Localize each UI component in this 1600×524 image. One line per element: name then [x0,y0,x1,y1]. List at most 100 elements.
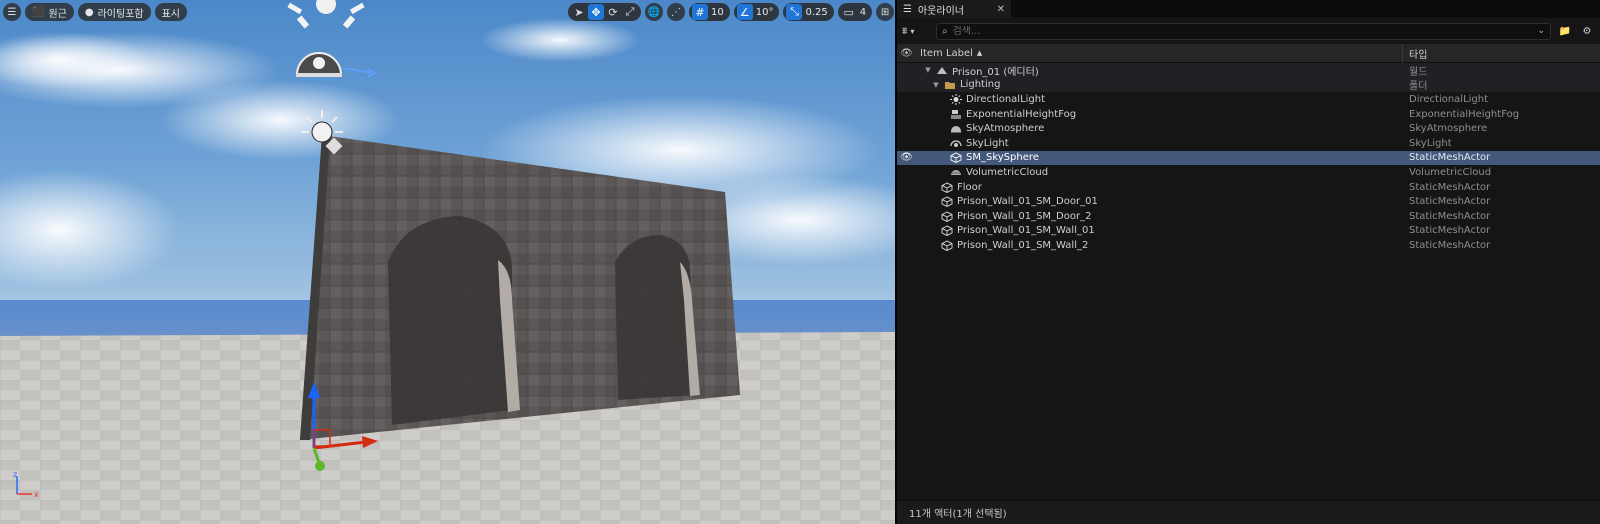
filter-button[interactable]: ⩩ ▾ [902,26,930,37]
static-mesh-icon [950,152,962,164]
sort-ascending-icon: ▲ [976,49,983,57]
tree-row-prison-wall-wall-01[interactable]: Prison_Wall_01_SM_Wall_01 StaticMeshActo… [897,224,1600,239]
expand-arrow-icon[interactable]: ▼ [932,81,940,89]
maximize-icon: ⊞ [880,6,890,18]
outliner-icon: ☰ [903,3,912,15]
viewport-right-toolbar: ➤ ✥ ⟳ ⤢ 🌐 ⋰ # 10 ∠ 10° ⤡ 0.25 ▭ 4 ⊞ [568,3,895,21]
hamburger-icon: ☰ [7,6,17,18]
camera-speed-group[interactable]: ▭ 4 [837,3,873,21]
search-icon: ⌕ [942,25,948,37]
rotation-snap-value[interactable]: 10° [754,7,777,18]
outliner-search-row: ⩩ ▾ ⌕ ⌄ 📁 ⚙ [897,18,1600,44]
scale-mode-button[interactable]: ⤢ [622,4,638,20]
axis-x-label: x [34,490,39,499]
sky-atmosphere-icon [950,123,962,134]
scene-render [0,0,895,524]
show-button[interactable]: 표시 [154,3,187,21]
tree-row-prison-wall-door-01[interactable]: Prison_Wall_01_SM_Door_01 StaticMeshActo… [897,194,1600,209]
rotation-snap-group[interactable]: ∠ 10° [733,3,780,21]
static-mesh-icon [941,181,953,193]
rotation-snap-toggle[interactable]: ∠ [736,4,753,20]
eye-icon: 👁 [900,47,913,59]
camera-icon: ▭ [843,5,854,19]
tab-outliner[interactable]: ☰ 아웃라이너 ✕ [897,0,1011,18]
scale-icon: ⤢ [625,5,635,18]
maximize-viewport-button[interactable]: ⊞ [876,3,895,21]
expand-arrow-icon[interactable]: ▼ [924,66,932,74]
item-label-column-header[interactable]: Item Label ▲ [916,43,1403,63]
axis-z-label: z [13,470,17,479]
tree-row-exponentialheightfog[interactable]: ExponentialHeightFog ExponentialHeightFo… [897,107,1600,122]
grid-snap-group[interactable]: # 10 [689,3,730,21]
viewport-menu-button[interactable]: ☰ [3,3,21,21]
tree-row-skylight[interactable]: SkyLight SkyLight [897,136,1600,151]
viewport-left-toolbar: ☰ ⬛ 원근 ● 라이팅포함 표시 [3,3,187,21]
search-history-chevron-icon[interactable]: ⌄ [1537,26,1545,36]
sky-light-icon [950,138,962,149]
lit-sphere-icon: ● [84,6,94,18]
fog-icon [950,109,962,120]
directional-light-gizmo [287,0,365,29]
tree-row-skyatmosphere[interactable]: SkyAtmosphere SkyAtmosphere [897,121,1600,136]
scale-snap-value[interactable]: 0.25 [803,7,830,18]
level-viewport[interactable]: ☰ ⬛ 원근 ● 라이팅포함 표시 ➤ ✥ ⟳ ⤢ 🌐 ⋰ # 10 ∠ 10° [0,0,895,524]
scale-snap-group[interactable]: ⤡ 0.25 [783,3,834,21]
add-folder-button[interactable]: 📁 [1557,26,1573,37]
type-column-header[interactable]: 타입 [1403,46,1427,61]
camera-speed-toggle[interactable]: ▭ [841,4,857,20]
chevron-down-icon: ▾ [910,26,915,36]
transform-tools: ➤ ✥ ⟳ ⤢ [568,3,641,21]
outliner-tree: ▼ Prison_01 (에디터) 월드 ▼ Lighting 폴더 Direc… [897,63,1600,253]
tree-row-directionallight[interactable]: DirectionalLight DirectionalLight [897,92,1600,107]
scale-snap-toggle[interactable]: ⤡ [786,4,803,20]
visibility-column-header[interactable]: 👁 [897,48,916,59]
visibility-toggle[interactable]: 👁 [897,152,916,163]
coordinate-space-button[interactable]: 🌐 [645,3,663,21]
static-mesh-icon [941,196,953,208]
outliner-header: 👁 Item Label ▲ 타입 [897,43,1600,63]
tree-row-folder-lighting[interactable]: ▼ Lighting 폴더 [897,77,1600,92]
translate-mode-button[interactable]: ✥ [588,4,604,20]
outliner-tabbar: ☰ 아웃라이너 ✕ [897,0,1600,18]
add-folder-icon: 📁 [1558,25,1572,37]
tree-row-prison-wall-door-2[interactable]: Prison_Wall_01_SM_Door_2 StaticMeshActor [897,209,1600,224]
folder-icon [944,79,956,90]
static-mesh-icon [941,240,953,251]
world-icon [936,65,948,76]
lighting-mode-button[interactable]: ● 라이팅포함 [77,3,151,21]
grid-snap-toggle[interactable]: # [692,4,708,20]
cloud-icon [950,167,962,178]
filter-icon: ⩩ [902,25,908,37]
search-box[interactable]: ⌕ ⌄ [936,22,1551,40]
outliner-panel: ☰ 아웃라이너 ✕ ⩩ ▾ ⌕ ⌄ 📁 ⚙ 👁 Item Label ▲ 타입 [897,0,1600,524]
camera-speed-value[interactable]: 4 [858,7,869,18]
actor-count-text: 11개 액터(1개 선택됨) [909,509,1007,520]
tree-row-sm-skysphere[interactable]: 👁 SM_SkySphere StaticMeshActor [897,150,1600,166]
static-mesh-icon [941,211,953,222]
search-input[interactable] [952,25,1533,37]
select-mode-button[interactable]: ➤ [571,4,587,20]
surface-snap-button[interactable]: ⋰ [667,3,685,21]
rotate-icon: ⟳ [608,5,618,19]
tree-row-world[interactable]: ▼ Prison_01 (에디터) 월드 [897,63,1600,78]
axis-indicator: z x [12,470,42,500]
outliner-status-bar: 11개 액터(1개 선택됨) [897,500,1600,524]
editor-window: { "viewport": { "toolbar": { "perspectiv… [0,0,1600,524]
scale-snap-icon: ⤡ [790,5,799,18]
surface-snap-icon: ⋰ [671,6,681,18]
globe-icon: 🌐 [647,6,661,18]
move-icon: ✥ [591,5,601,19]
tree-row-prison-wall-wall-2[interactable]: Prison_Wall_01_SM_Wall_2 StaticMeshActor [897,238,1600,253]
tree-row-floor[interactable]: Floor StaticMeshActor [897,180,1600,195]
cursor-icon: ➤ [574,5,584,19]
grid-icon: # [695,5,705,19]
tree-row-volumetriccloud[interactable]: VolumetricCloud VolumetricCloud [897,165,1600,180]
perspective-button[interactable]: ⬛ 원근 [25,3,74,21]
settings-button[interactable]: ⚙ [1579,26,1595,37]
static-mesh-icon [941,225,953,237]
angle-icon: ∠ [739,5,750,19]
grid-snap-value[interactable]: 10 [709,7,727,18]
close-icon[interactable]: ✕ [997,4,1005,15]
sky-light-gizmo [295,52,377,78]
rotate-mode-button[interactable]: ⟳ [605,4,621,20]
